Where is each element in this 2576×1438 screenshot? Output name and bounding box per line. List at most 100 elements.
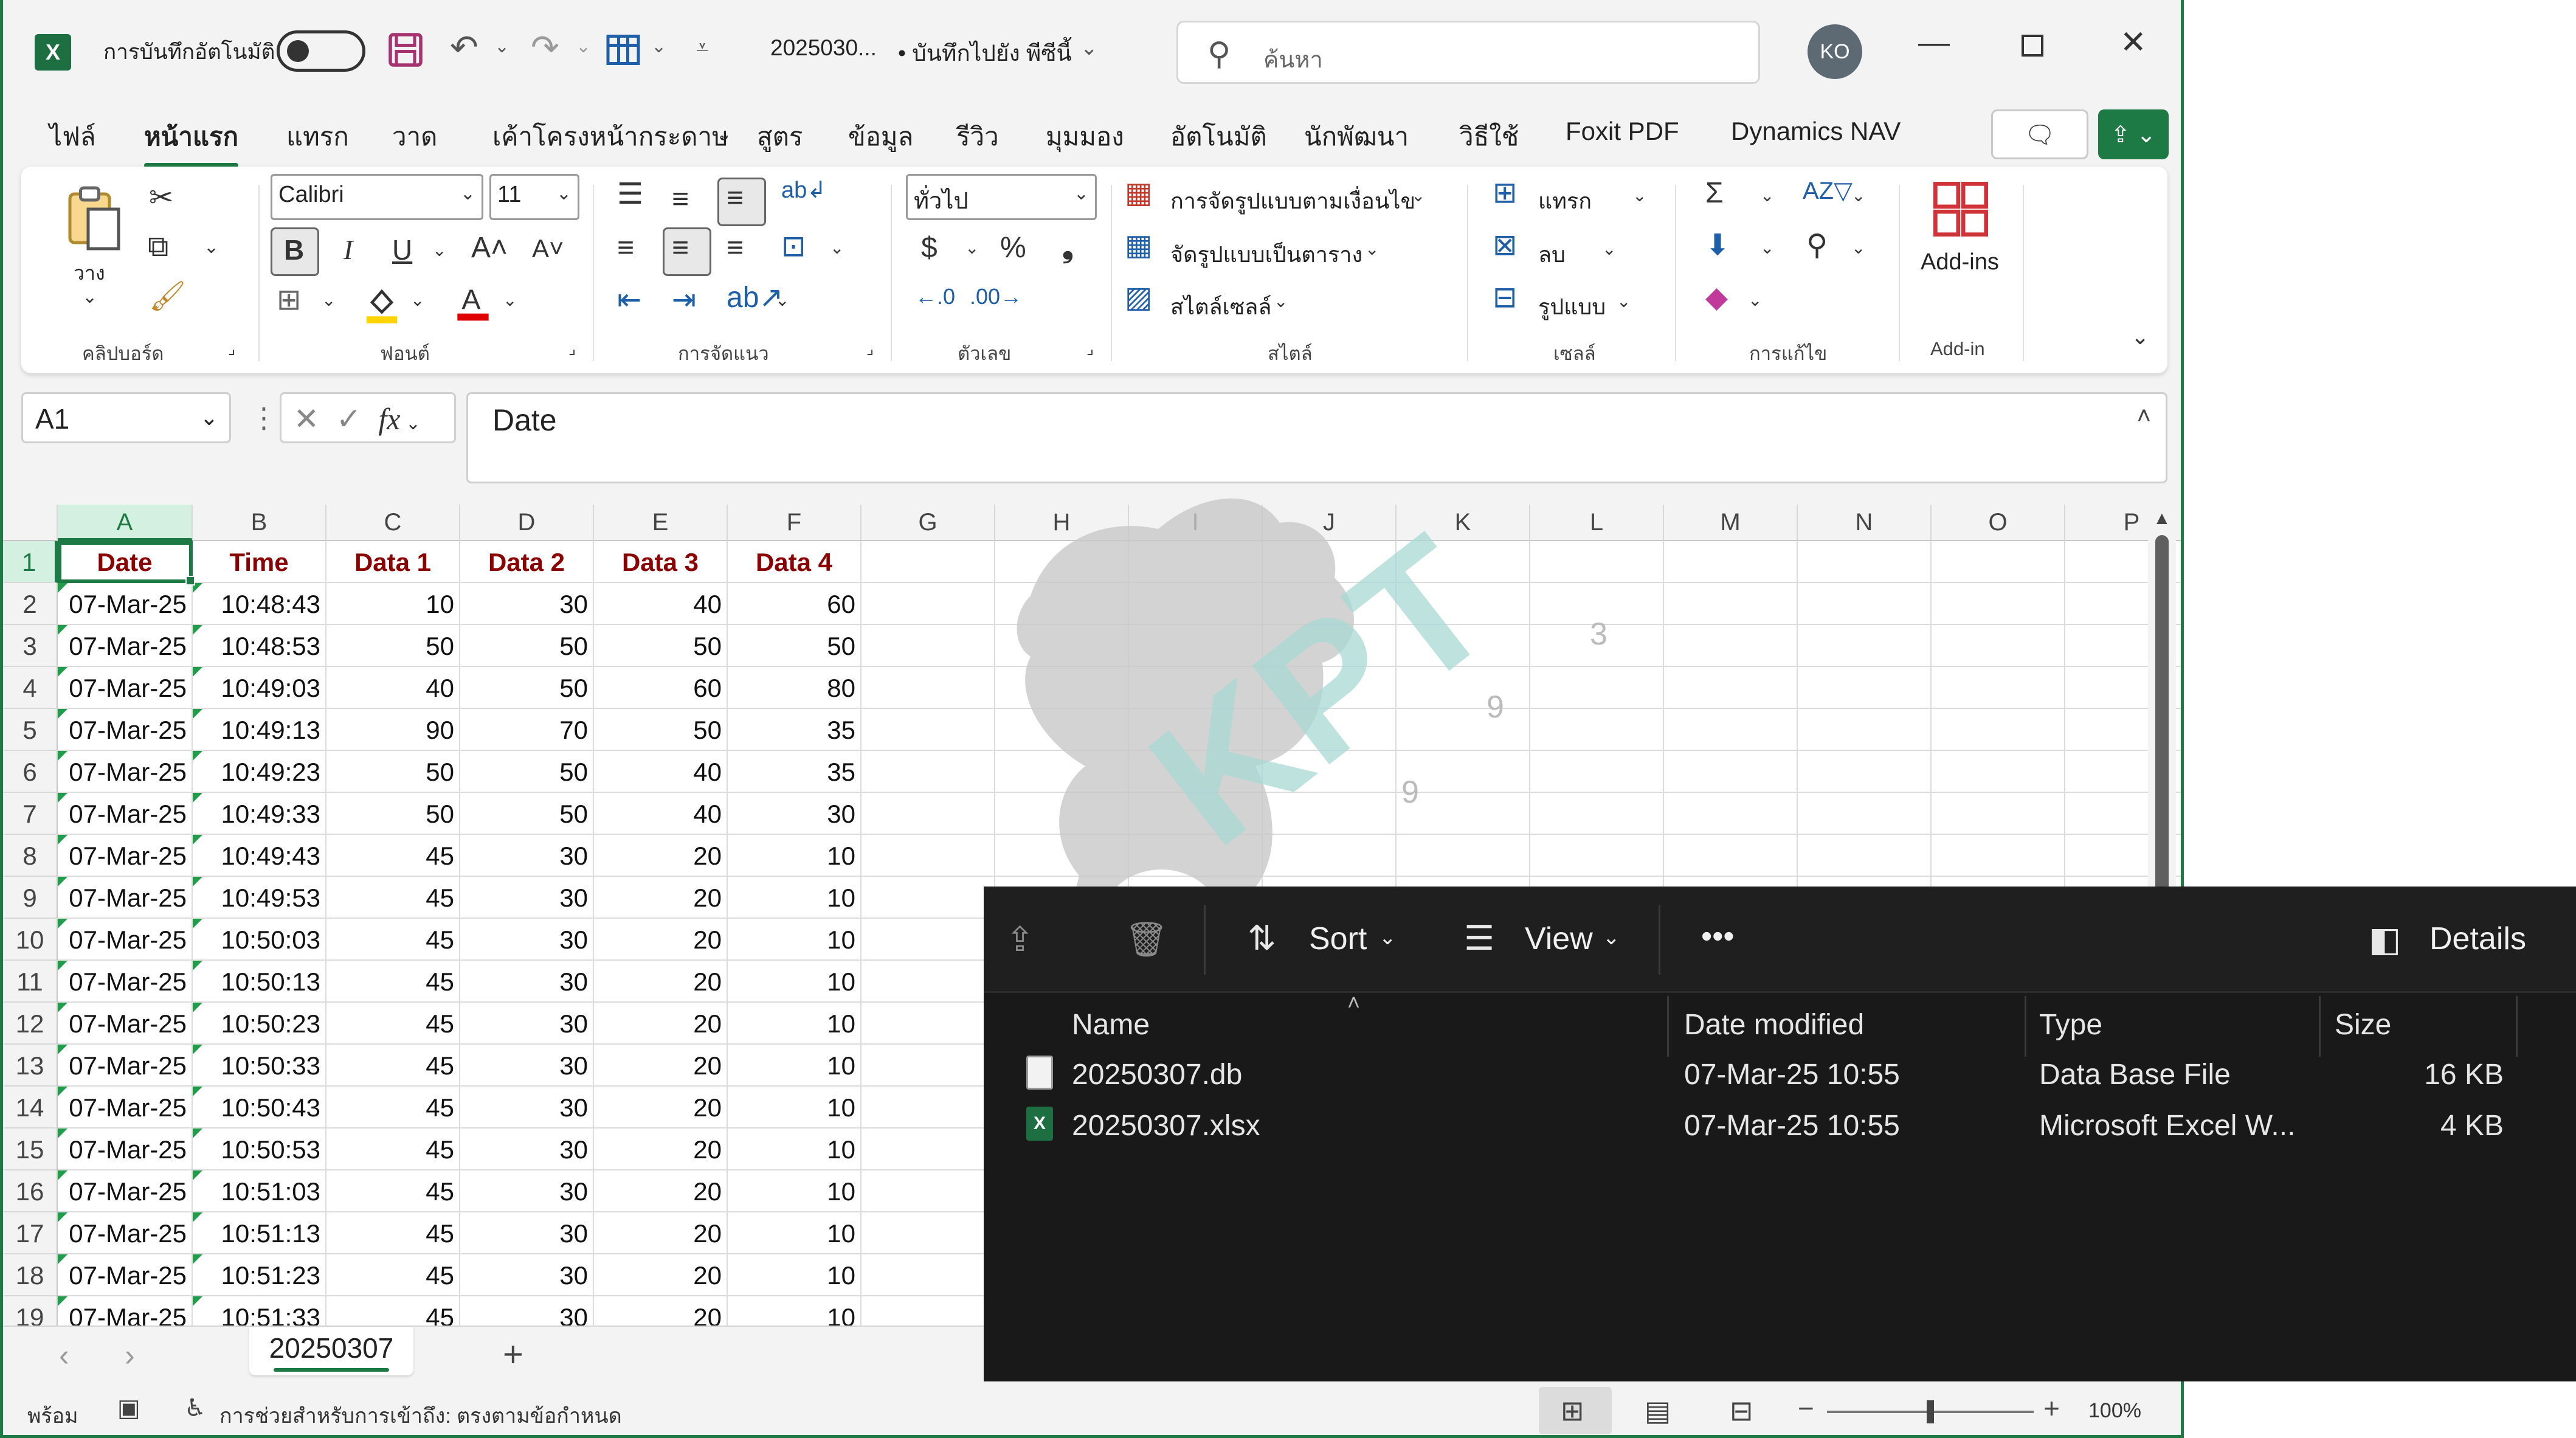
column-separator[interactable]	[2319, 996, 2321, 1057]
empty-cell[interactable]	[1798, 709, 1932, 751]
data-cell[interactable]: 50	[594, 709, 728, 751]
page-layout-view-icon[interactable]: ▤	[1645, 1394, 1671, 1427]
empty-cell[interactable]	[995, 541, 1129, 583]
merge-dropdown-icon[interactable]: ⌄	[830, 240, 844, 257]
date-cell[interactable]: 07-Mar-25	[58, 1212, 193, 1254]
delete-icon[interactable]: 🗑	[1125, 919, 1168, 959]
date-cell[interactable]: 07-Mar-25	[58, 1129, 193, 1170]
row-header[interactable]: 17	[3, 1212, 58, 1254]
column-header-g[interactable]: G	[862, 505, 995, 541]
empty-cell[interactable]	[1530, 667, 1664, 709]
column-header-j[interactable]: J	[1263, 505, 1397, 541]
time-cell[interactable]: 10:50:43	[193, 1087, 326, 1129]
formula-input[interactable]: Date ˄	[466, 392, 2167, 483]
select-all-corner[interactable]	[3, 505, 58, 541]
format-painter-icon[interactable]: 🖌	[149, 282, 186, 311]
row-header[interactable]: 18	[3, 1254, 58, 1296]
data-cell[interactable]: 20	[594, 1129, 728, 1170]
underline-dropdown-icon[interactable]: ⌄	[432, 242, 446, 259]
empty-cell[interactable]	[862, 961, 995, 1003]
data-cell[interactable]: 35	[728, 709, 862, 751]
name-box[interactable]: A1 ⌄	[21, 392, 231, 443]
time-cell[interactable]: 10:48:53	[193, 625, 326, 667]
column-header-date-modified[interactable]: Date modified	[1684, 1008, 1864, 1042]
close-icon[interactable]: ✕	[2120, 24, 2147, 61]
header-cell[interactable]: Data 4	[728, 541, 862, 583]
increase-decimal-icon[interactable]: ←.0	[915, 286, 955, 308]
empty-cell[interactable]	[862, 1170, 995, 1212]
view-icon[interactable]: ☰	[1464, 918, 1494, 958]
column-header-name[interactable]: Name	[1072, 1008, 1150, 1042]
data-cell[interactable]: 45	[326, 1045, 460, 1087]
enter-icon[interactable]: ✓	[336, 402, 362, 436]
find-select-icon[interactable]: ⚲	[1806, 231, 1828, 260]
sort-icon[interactable]: ⇅	[1248, 918, 1276, 958]
row-header[interactable]: 11	[3, 961, 58, 1003]
column-header-b[interactable]: B	[193, 505, 326, 541]
conditional-formatting-label[interactable]: การจัดรูปแบบตามเงื่อนไข	[1170, 184, 1415, 218]
insert-cells-dropdown-icon[interactable]: ⌄	[1632, 187, 1646, 204]
scroll-up-icon[interactable]: ▲	[2153, 508, 2171, 529]
empty-cell[interactable]	[1129, 709, 1263, 751]
delete-cells-dropdown-icon[interactable]: ⌄	[1602, 241, 1616, 258]
empty-cell[interactable]	[1397, 709, 1530, 751]
paste-icon[interactable]	[64, 185, 125, 257]
macro-record-icon[interactable]: ▣	[117, 1394, 140, 1422]
row-header[interactable]: 19	[3, 1296, 58, 1326]
time-cell[interactable]: 10:51:13	[193, 1212, 326, 1254]
empty-cell[interactable]	[862, 1129, 995, 1170]
column-header-type[interactable]: Type	[2039, 1008, 2102, 1042]
empty-cell[interactable]	[862, 1254, 995, 1296]
paste-label[interactable]: วาง	[74, 258, 105, 289]
data-cell[interactable]: 45	[326, 877, 460, 919]
conditional-formatting-icon[interactable]: ▦	[1125, 179, 1152, 208]
row-header[interactable]: 4	[3, 667, 58, 709]
row-header[interactable]: 14	[3, 1087, 58, 1129]
empty-cell[interactable]	[1664, 709, 1798, 751]
align-top-icon[interactable]: ☰	[617, 180, 643, 209]
data-cell[interactable]: 50	[594, 625, 728, 667]
data-cell[interactable]: 60	[728, 583, 862, 625]
tab-insert[interactable]: แทรก	[286, 117, 349, 157]
data-cell[interactable]: 10	[728, 961, 862, 1003]
data-cell[interactable]: 50	[460, 751, 594, 793]
row-header[interactable]: 15	[3, 1129, 58, 1170]
align-middle-icon[interactable]: ≡	[672, 185, 689, 214]
data-cell[interactable]: 30	[460, 1087, 594, 1129]
format-cells-icon[interactable]: ⊟	[1493, 283, 1517, 313]
data-cell[interactable]: 45	[326, 1212, 460, 1254]
redo-dropdown-icon[interactable]: ⌄	[576, 38, 591, 56]
orientation-dropdown-icon[interactable]: ⌄	[775, 292, 789, 309]
share-button[interactable]: ⇪ ⌄	[2098, 109, 2169, 159]
empty-cell[interactable]	[862, 751, 995, 793]
tab-dynamics-nav[interactable]: Dynamics NAV	[1731, 117, 1901, 146]
row-header[interactable]: 2	[3, 583, 58, 625]
empty-cell[interactable]	[1664, 583, 1798, 625]
empty-cell[interactable]	[862, 625, 995, 667]
data-cell[interactable]: 30	[460, 1129, 594, 1170]
clear-icon[interactable]: ◆	[1705, 283, 1728, 313]
time-cell[interactable]: 10:49:13	[193, 709, 326, 751]
empty-cell[interactable]	[1664, 835, 1798, 877]
tab-help[interactable]: วิธีใช้	[1459, 117, 1519, 157]
column-header-o[interactable]: O	[1932, 505, 2065, 541]
data-cell[interactable]: 30	[460, 1170, 594, 1212]
time-cell[interactable]: 10:51:23	[193, 1254, 326, 1296]
row-header[interactable]: 10	[3, 919, 58, 961]
column-header-l[interactable]: L	[1530, 505, 1664, 541]
empty-cell[interactable]	[1932, 625, 2065, 667]
data-cell[interactable]: 10	[728, 1170, 862, 1212]
data-cell[interactable]: 10	[728, 1003, 862, 1045]
date-cell[interactable]: 07-Mar-25	[58, 751, 193, 793]
time-cell[interactable]: 10:49:23	[193, 751, 326, 793]
date-cell[interactable]: 07-Mar-25	[58, 1170, 193, 1212]
data-cell[interactable]: 50	[326, 751, 460, 793]
empty-cell[interactable]	[1263, 541, 1397, 583]
empty-cell[interactable]	[1664, 667, 1798, 709]
details-button[interactable]: Details	[2429, 921, 2526, 957]
number-launcher-icon[interactable]: ⌟	[1086, 340, 1094, 356]
copy-dropdown-icon[interactable]: ⌄	[204, 238, 219, 257]
empty-cell[interactable]	[1263, 751, 1397, 793]
data-cell[interactable]: 30	[460, 1254, 594, 1296]
customize-toolbar-icon[interactable]: ⩡	[696, 36, 708, 58]
